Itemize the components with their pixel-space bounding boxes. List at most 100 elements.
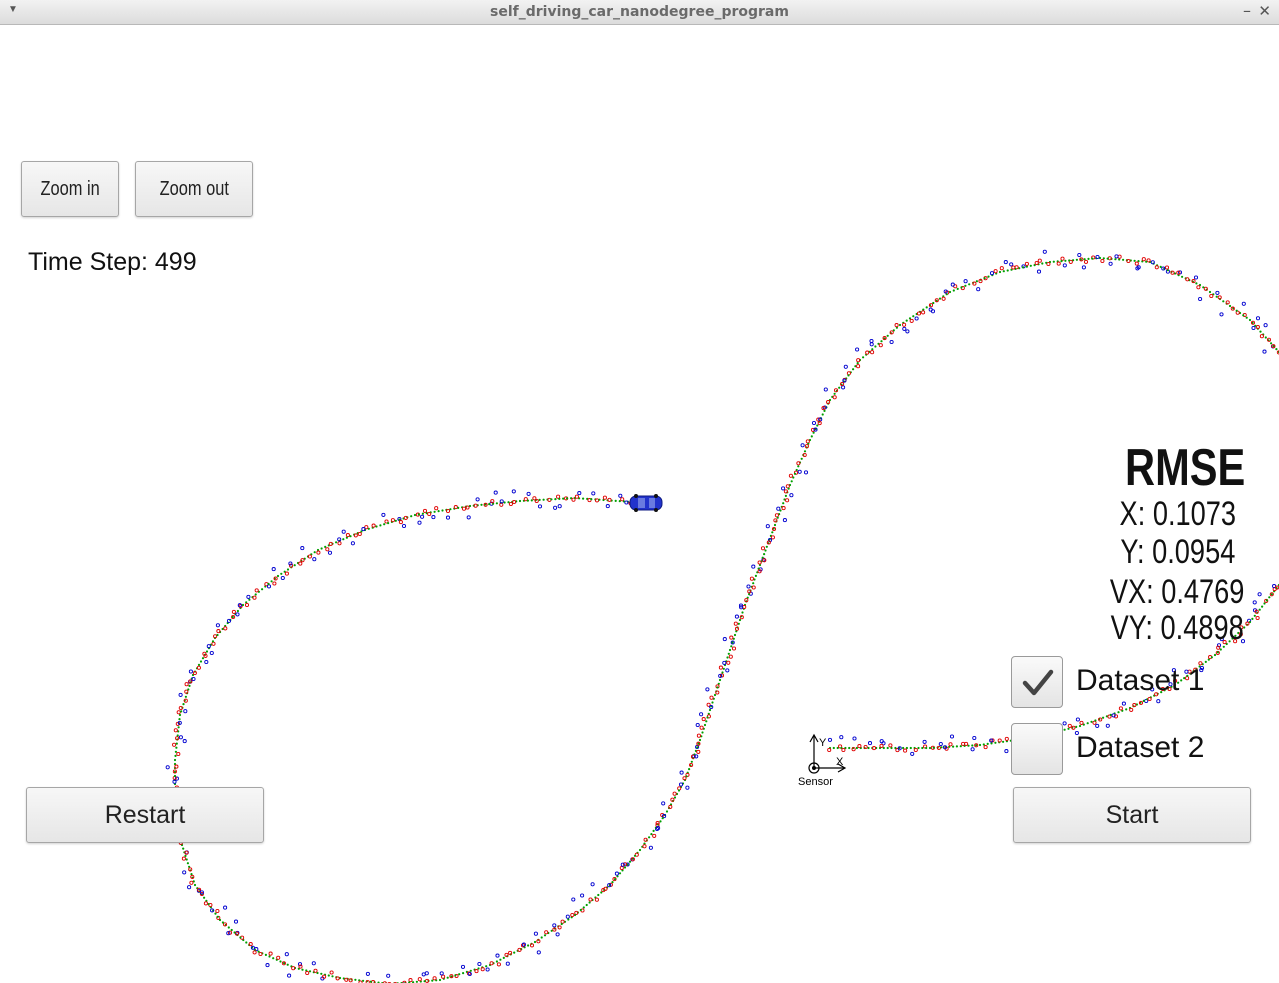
measurement-marker [176, 751, 181, 757]
rmse-y: Y: 0.0954 [1120, 533, 1235, 571]
measurement-marker [701, 717, 706, 722]
trajectory-marker [706, 716, 709, 719]
measurement-marker [590, 882, 595, 887]
trajectory-marker [718, 678, 722, 682]
measurement-marker [856, 364, 861, 369]
trajectory-marker [417, 513, 420, 516]
trajectory-marker [454, 974, 457, 977]
trajectory-marker [803, 450, 807, 453]
trajectory-marker [201, 657, 205, 660]
measurement-marker [327, 550, 333, 555]
trajectory-marker [925, 746, 928, 750]
trajectory-marker [690, 760, 693, 763]
trajectory-marker [648, 836, 651, 839]
measurement-marker [909, 318, 914, 323]
trajectory-marker [579, 908, 582, 912]
dataset-1-label[interactable]: Dataset 1 [1076, 664, 1204, 698]
dataset-2-label[interactable]: Dataset 2 [1076, 731, 1204, 765]
measurement-marker [733, 621, 738, 626]
measurement-marker [941, 296, 946, 301]
trajectory-marker [909, 746, 912, 750]
measurement-marker [1100, 258, 1105, 264]
measurement-marker [178, 735, 183, 740]
trajectory-marker [925, 306, 928, 309]
trajectory-marker [527, 944, 530, 947]
measurement-marker [335, 976, 340, 981]
window-title: self_driving_car_nanodegree_program [490, 4, 789, 20]
trajectory-marker [1259, 330, 1262, 333]
dataset-1-checkbox[interactable] [1011, 656, 1063, 708]
measurement-marker [574, 494, 579, 499]
trajectory-marker [175, 746, 178, 749]
trajectory-marker [952, 289, 955, 292]
trajectory-marker [558, 497, 561, 500]
trajectory-marker [286, 963, 289, 966]
measurement-marker [734, 614, 739, 619]
trajectory-marker [469, 969, 472, 972]
trajectory-marker [197, 663, 201, 667]
trajectory-marker [279, 960, 282, 963]
measurement-marker [427, 511, 432, 517]
trajectory-marker [308, 970, 312, 973]
measurement-marker [254, 588, 259, 593]
trajectory-marker [554, 498, 557, 501]
measurement-marker [902, 322, 907, 327]
measurement-marker [508, 501, 513, 507]
measurement-marker [699, 712, 704, 717]
measurement-marker [466, 515, 471, 520]
trajectory-marker [526, 499, 530, 502]
measurement-marker [311, 961, 316, 966]
measurement-marker [1062, 263, 1067, 268]
trajectory-marker [313, 551, 316, 554]
measurement-marker [1196, 285, 1201, 290]
trajectory-marker [986, 742, 989, 746]
car-icon [629, 494, 663, 512]
trajectory-marker [562, 497, 565, 500]
measurement-marker [408, 978, 413, 983]
measurement-marker [341, 529, 346, 534]
trajectory-marker [1159, 265, 1162, 268]
measurement-marker [591, 491, 596, 496]
trajectory-marker [784, 494, 788, 497]
zoom-out-button[interactable]: Zoom out [135, 161, 253, 217]
trajectory-marker [971, 744, 974, 747]
trajectory-marker [1125, 708, 1128, 711]
measurement-marker [938, 741, 943, 747]
trajectory-marker [673, 796, 677, 799]
measurement-marker [922, 739, 927, 744]
trajectory-marker [1204, 660, 1207, 664]
measurement-marker [749, 576, 754, 581]
measurement-marker [276, 955, 281, 960]
measurement-marker [1215, 290, 1220, 295]
trajectory-marker [733, 633, 737, 637]
measurement-marker [203, 901, 208, 906]
trajectory-marker [480, 503, 483, 506]
measurement-marker [685, 785, 690, 790]
trajectory-marker [677, 789, 681, 792]
measurement-marker [678, 782, 684, 787]
start-button[interactable]: Start [1013, 787, 1251, 843]
measurement-marker [788, 473, 793, 478]
trajectory-marker [614, 499, 617, 502]
measurement-marker [855, 347, 860, 352]
trajectory-marker [938, 297, 942, 300]
measurement-marker [557, 925, 562, 930]
dataset-2-checkbox[interactable] [1011, 723, 1063, 775]
close-icon[interactable]: ✕ [1258, 2, 1271, 20]
zoom-in-button[interactable]: Zoom in [21, 161, 119, 217]
measurement-marker [1108, 261, 1113, 266]
measurement-marker [183, 709, 188, 714]
minimize-icon[interactable]: – [1243, 1, 1251, 20]
measurement-marker [284, 952, 289, 957]
trajectory-marker [585, 903, 588, 907]
measurement-marker [803, 470, 809, 475]
trajectory-marker [771, 531, 774, 534]
measurement-marker [729, 635, 734, 640]
trajectory-marker [173, 774, 177, 778]
measurement-marker [903, 748, 908, 753]
restart-button[interactable]: Restart [26, 787, 264, 843]
measurement-marker [215, 908, 220, 914]
measurement-marker [827, 747, 832, 753]
measurement-marker [785, 498, 790, 503]
measurement-marker [1209, 293, 1214, 299]
